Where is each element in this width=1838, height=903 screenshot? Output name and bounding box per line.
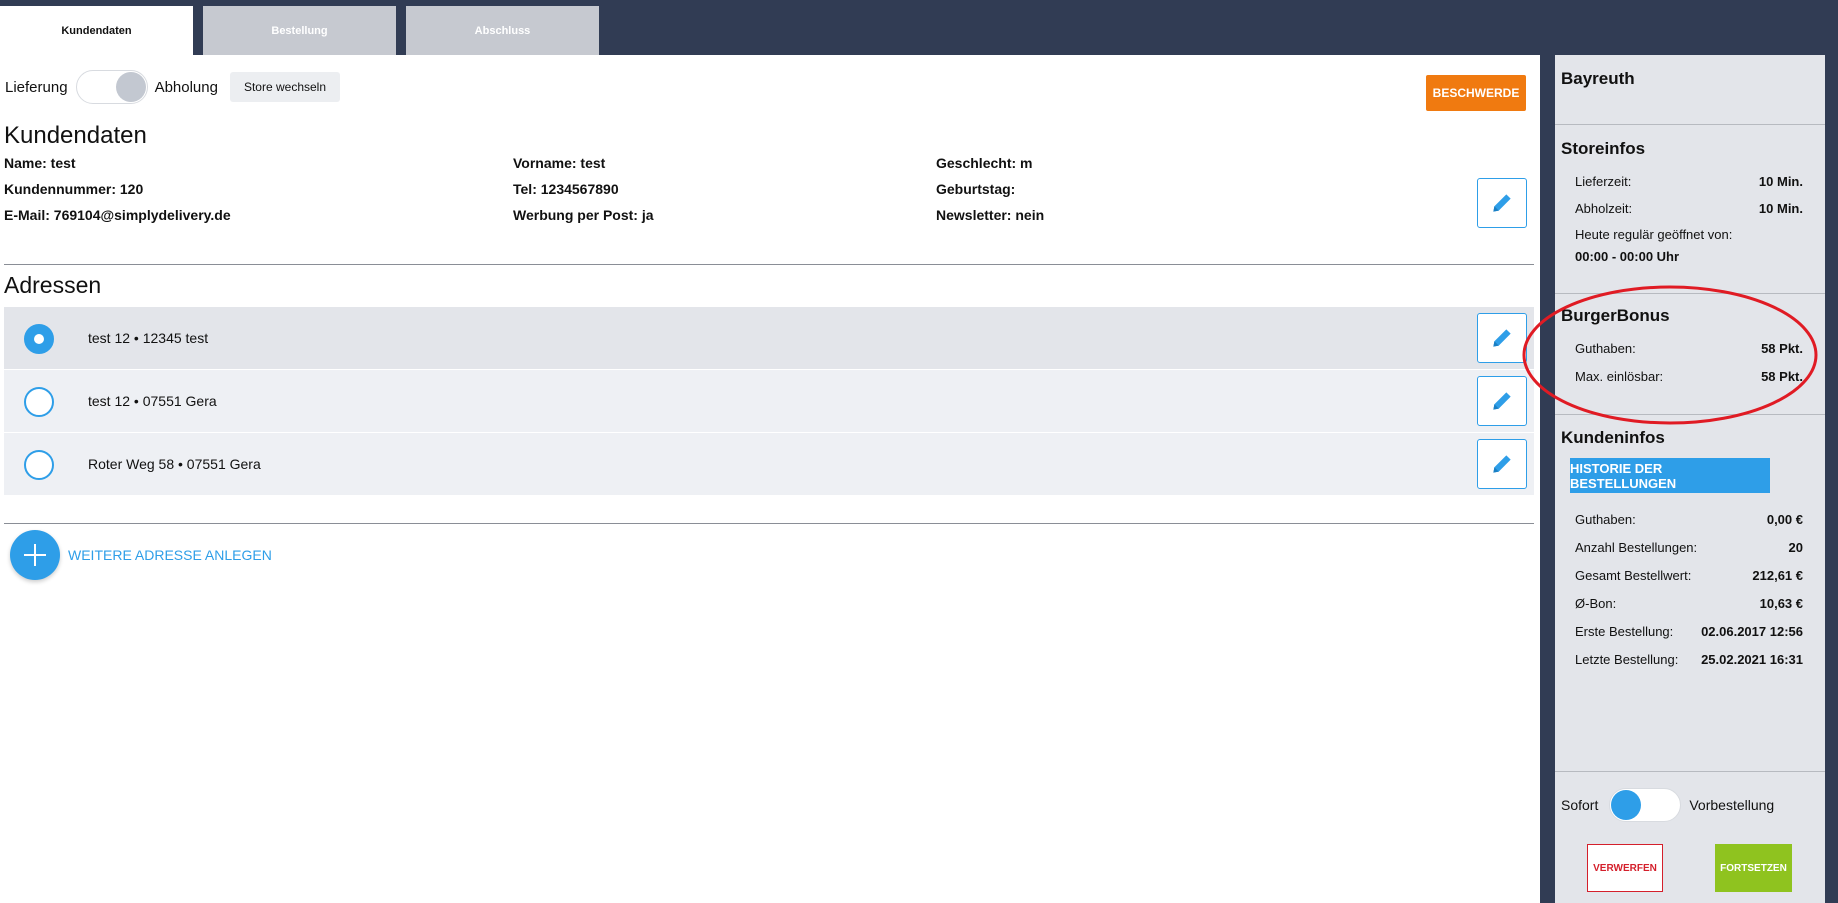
customer-birthday: Geburtstag: (936, 181, 1016, 197)
customer-number: Kundennummer: 120 (4, 181, 144, 197)
opening-hours-value-row: 00:00 - 00:00 Uhr (1575, 249, 1803, 264)
info-value: 0,00 € (1766, 512, 1803, 527)
address-text: test 12 • 07551 Gera (88, 393, 217, 409)
toggle-knob (115, 72, 146, 102)
pencil-icon (1493, 329, 1511, 347)
continue-button[interactable]: FORTSETZEN (1715, 844, 1792, 892)
info-row: Gesamt Bestellwert: 212,61 € (1575, 568, 1803, 583)
bonus-balance-value: 58 Pkt. (1761, 341, 1803, 356)
info-label: Ø-Bon: (1575, 596, 1617, 611)
edit-address-button[interactable] (1477, 439, 1527, 489)
bonus-balance-label: Guthaben: (1575, 341, 1636, 356)
info-row: Anzahl Bestellungen: 20 (1575, 540, 1803, 555)
customer-name: Name: test (4, 155, 76, 171)
pickup-label: Abholung (154, 78, 218, 96)
info-value: 10,63 € (1759, 596, 1803, 611)
info-label: Erste Bestellung: (1575, 624, 1674, 639)
discard-button[interactable]: VERWERFEN (1587, 844, 1663, 892)
store-name: Bayreuth (1561, 69, 1635, 88)
customerinfos-title: Kundeninfos (1561, 428, 1665, 447)
customer-first-name: Vorname: test (513, 155, 606, 171)
immediate-preorder-toggle[interactable] (1609, 788, 1682, 822)
order-history-button[interactable]: HISTORIE DER BESTELLUNGEN (1570, 458, 1770, 493)
info-row: Ø-Bon: 10,63 € (1575, 596, 1803, 611)
storeinfos-title: Storeinfos (1561, 139, 1646, 158)
delivery-pickup-toggle[interactable] (75, 70, 148, 104)
info-row: Erste Bestellung: 02.06.2017 12:56 (1575, 624, 1803, 639)
bonus-max-value: 58 Pkt. (1761, 369, 1803, 384)
plus-icon[interactable] (10, 530, 60, 580)
immediate-label: Sofort (1561, 797, 1599, 813)
opening-hours-value: 00:00 - 00:00 Uhr (1575, 249, 1680, 264)
bonus-title: BurgerBonus (1561, 306, 1670, 325)
opening-hours-text: Heute regulär geöffnet von: (1575, 227, 1733, 242)
edit-address-button[interactable] (1477, 313, 1527, 363)
section-divider (4, 264, 1534, 265)
pickup-time-label: Abholzeit: (1575, 201, 1633, 216)
tab-kundendaten[interactable]: Kundendaten (0, 6, 193, 55)
storeinfos-section: Storeinfos Lieferzeit: 10 Min. Abholzeit… (1555, 125, 1825, 294)
order-actions: Sofort Vorbestellung VERWERFEN FORTSETZE… (1555, 771, 1825, 903)
delivery-time-row: Lieferzeit: 10 Min. (1575, 174, 1803, 189)
info-row: Letzte Bestellung: 25.02.2021 16:31 (1575, 652, 1803, 667)
pickup-time-row: Abholzeit: 10 Min. (1575, 201, 1803, 216)
customer-newsletter: Newsletter: nein (936, 207, 1045, 223)
edit-customer-button[interactable] (1477, 178, 1527, 228)
tab-bestellung[interactable]: Bestellung (203, 6, 396, 55)
bonus-max-label: Max. einlösbar: (1575, 369, 1664, 384)
info-value: 212,61 € (1752, 568, 1803, 583)
pencil-icon (1493, 392, 1511, 410)
customer-mail-ads: Werbung per Post: ja (513, 207, 654, 223)
bonus-section: BurgerBonus Guthaben: 58 Pkt. Max. einlö… (1555, 294, 1825, 415)
addresses-section-title: Adressen (4, 272, 102, 298)
customer-gender: Geschlecht: m (936, 155, 1033, 171)
pickup-time-value: 10 Min. (1758, 201, 1803, 216)
store-sidebar: Bayreuth Storeinfos Lieferzeit: 10 Min. … (1555, 55, 1825, 903)
add-address-label[interactable]: WEITERE ADRESSE ANLEGEN (68, 547, 272, 563)
info-label: Guthaben: (1575, 512, 1636, 527)
bonus-balance-row: Guthaben: 58 Pkt. (1575, 341, 1803, 356)
info-label: Gesamt Bestellwert: (1575, 568, 1692, 583)
tab-bar: Kundendaten Bestellung Abschluss (0, 6, 609, 55)
preorder-label: Vorbestellung (1689, 797, 1775, 813)
complaint-button[interactable]: BESCHWERDE (1426, 75, 1526, 111)
address-row[interactable]: test 12 • 12345 test (4, 307, 1534, 370)
toggle-knob (1611, 790, 1642, 820)
main-panel: Lieferung Abholung Store wechseln BESCHW… (0, 55, 1540, 903)
address-row[interactable]: Roter Weg 58 • 07551 Gera (4, 433, 1534, 496)
delivery-time-value: 10 Min. (1758, 174, 1803, 189)
pencil-icon (1493, 194, 1511, 212)
address-list: test 12 • 12345 test test 12 • 07551 Ger… (4, 307, 1534, 496)
store-header: Bayreuth (1555, 55, 1825, 125)
store-switch-button[interactable]: Store wechseln (229, 72, 341, 102)
bonus-max-row: Max. einlösbar: 58 Pkt. (1575, 369, 1803, 384)
opening-hours-label: Heute regulär geöffnet von: (1575, 227, 1803, 242)
section-divider (4, 523, 1534, 524)
customer-phone: Tel: 1234567890 (513, 181, 619, 197)
pencil-icon (1493, 455, 1511, 473)
edit-address-button[interactable] (1477, 376, 1527, 426)
tab-abschluss[interactable]: Abschluss (406, 6, 599, 55)
delivery-time-label: Lieferzeit: (1575, 174, 1632, 189)
fulfillment-toggle-bar: Lieferung Abholung Store wechseln (5, 70, 341, 104)
info-label: Anzahl Bestellungen: (1575, 540, 1698, 555)
info-value: 25.02.2021 16:31 (1701, 652, 1803, 667)
add-address-button[interactable]: WEITERE ADRESSE ANLEGEN (10, 530, 272, 580)
address-row[interactable]: test 12 • 07551 Gera (4, 370, 1534, 433)
customer-section-title: Kundendaten (4, 122, 147, 149)
address-radio-selected[interactable] (24, 324, 54, 354)
address-text: Roter Weg 58 • 07551 Gera (88, 456, 261, 472)
info-row: Guthaben: 0,00 € (1575, 512, 1803, 527)
info-value: 02.06.2017 12:56 (1701, 624, 1803, 639)
order-mode-toggle-bar: Sofort Vorbestellung (1561, 788, 1774, 822)
address-radio[interactable] (24, 387, 54, 417)
address-radio[interactable] (24, 450, 54, 480)
address-text: test 12 • 12345 test (88, 330, 209, 346)
info-label: Letzte Bestellung: (1575, 652, 1679, 667)
customer-email: E-Mail: 769104@simplydelivery.de (4, 207, 231, 223)
delivery-label: Lieferung (5, 78, 68, 96)
info-value: 20 (1788, 540, 1803, 555)
